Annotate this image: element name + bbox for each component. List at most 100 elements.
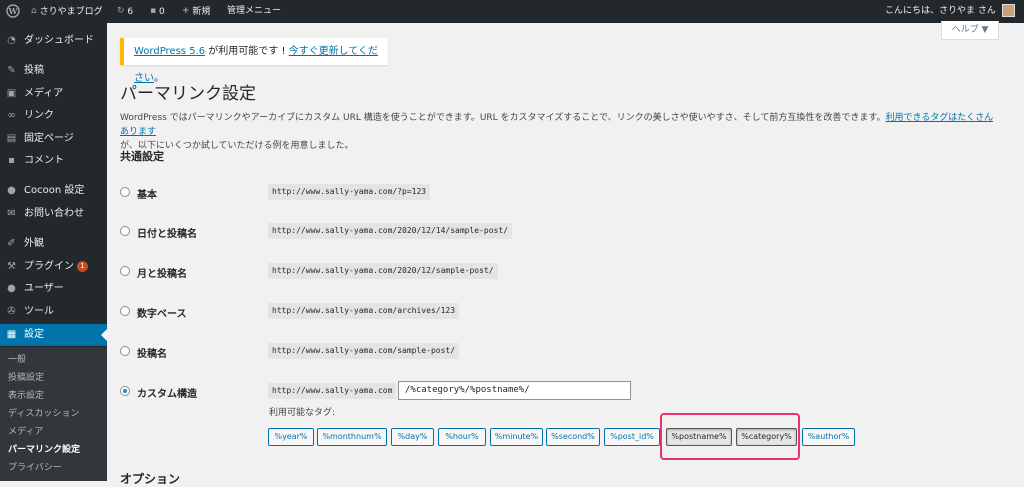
refresh-icon: ↻ [117, 6, 125, 16]
radio-plain[interactable] [120, 187, 130, 197]
home-icon: ⌂ [31, 6, 37, 16]
tag-button-day[interactable]: %day% [391, 428, 434, 446]
highlight-box [660, 413, 800, 460]
updates-count: 6 [127, 7, 134, 17]
settings-icon: ▦ [6, 329, 17, 340]
updates-link[interactable]: ↻ 6 [117, 0, 133, 23]
radio-month-name[interactable] [120, 266, 130, 276]
submenu-item-media[interactable]: メディア [8, 423, 43, 441]
sidebar-item-cocoon[interactable]: ● Cocoon 設定 [0, 180, 107, 202]
dashboard-icon: ◔ [7, 35, 16, 46]
page-icon: ▤ [6, 133, 17, 144]
sidebar-item-plugins[interactable]: ⚒ プラグイン 1 [0, 256, 107, 278]
sidebar-item-users[interactable]: ● ユーザー [0, 278, 107, 300]
intro-text-part1: WordPress ではパーマリンクやアーカイブにカスタム URL 構造を使うこ… [120, 113, 886, 123]
sidebar-item-comments[interactable]: ▪ コメント [0, 150, 107, 172]
sidebar-item-label: ダッシュボード [24, 35, 94, 46]
sidebar-item-pages[interactable]: ▤ 固定ページ [0, 128, 107, 150]
sidebar-item-links[interactable]: ∞ リンク [0, 105, 107, 127]
sidebar-item-media[interactable]: ▣ メディア [0, 83, 107, 105]
update-notice: WordPress 5.6 が利用可能です ! 今すぐ更新してください。 [120, 38, 388, 84]
link-icon: ∞ [7, 110, 16, 121]
page-title: パーマリンク設定 [120, 84, 256, 104]
sidebar-item-label: メディア [24, 88, 64, 99]
radio-custom[interactable] [120, 386, 130, 396]
custom-structure-input[interactable]: /%category%/%postname%/ [398, 381, 631, 400]
sidebar-item-label: プラグイン [24, 261, 74, 272]
sidebar-item-label: ユーザー [24, 283, 64, 294]
submenu-item-general[interactable]: 一般 [8, 351, 26, 369]
comments-link[interactable]: ▪ 0 [150, 0, 165, 23]
help-tab-button[interactable]: ヘルプ ▼ [941, 21, 999, 40]
admin-bar: W ⌂ さりやまブログ ↻ 6 ▪ 0 + 新規 管理メニュー こんにちは、さり… [0, 0, 1024, 23]
submenu-item-reading[interactable]: 表示設定 [8, 387, 44, 405]
comment-icon: ▪ [8, 155, 15, 166]
sidebar-item-label: コメント [24, 155, 64, 166]
option-label: 数字ベース [137, 309, 187, 320]
site-link[interactable]: ⌂ さりやまブログ [31, 0, 103, 23]
option-label: 日付と投稿名 [137, 229, 197, 240]
submenu-item-discussion[interactable]: ディスカッション [8, 405, 79, 423]
admin-sidebar: ◔ ダッシュボード ✎ 投稿 ▣ メディア ∞ リンク ▤ 固定ページ ▪ コメ… [0, 23, 107, 481]
wrench-icon: ✇ [7, 306, 16, 317]
plus-icon: + [182, 6, 190, 16]
sidebar-item-label: お問い合わせ [24, 208, 84, 219]
sidebar-item-label: 投稿 [24, 65, 44, 76]
option-label: 月と投稿名 [137, 269, 187, 280]
radio-post-name[interactable] [120, 346, 130, 356]
tag-button-monthnum[interactable]: %monthnum% [317, 428, 387, 446]
common-settings-heading: 共通設定 [120, 150, 164, 163]
example-url: http://www.sally-yama.com/archives/123 [268, 303, 460, 319]
options-heading: オプション [120, 472, 181, 486]
account-link[interactable]: こんにちは、さりやま さん [885, 0, 1015, 23]
pin-icon: ✎ [7, 65, 16, 76]
sidebar-item-label: リンク [24, 110, 54, 121]
greeting: こんにちは、さりやま さん [885, 6, 996, 16]
notice-text: が利用可能です ! [205, 46, 289, 57]
page-scrollbar[interactable] [1017, 23, 1024, 481]
sidebar-item-label: 外観 [24, 238, 44, 249]
tag-button-second[interactable]: %second% [546, 428, 600, 446]
sidebar-item-label: 設定 [24, 329, 44, 340]
cocoon-icon: ● [7, 185, 16, 196]
new-label: 新規 [192, 7, 211, 17]
available-tags-label: 利用可能なタグ: [269, 408, 336, 418]
wordpress-logo-icon[interactable]: W [6, 0, 20, 23]
submenu-item-privacy[interactable]: プライバシー [8, 459, 62, 477]
submenu-item-writing[interactable]: 投稿設定 [8, 369, 44, 387]
mail-icon: ✉ [7, 208, 16, 219]
avatar [1001, 4, 1015, 17]
tag-button-hour[interactable]: %hour% [438, 428, 486, 446]
comments-count: 0 [158, 7, 165, 17]
option-label: 投稿名 [137, 349, 167, 360]
tag-button-minute[interactable]: %minute% [490, 428, 543, 446]
wordpress-version-link[interactable]: WordPress 5.6 [134, 46, 205, 57]
sidebar-item-posts[interactable]: ✎ 投稿 [0, 60, 107, 82]
site-name: さりやまブログ [39, 7, 103, 17]
update-badge: 1 [77, 260, 88, 272]
comment-bubble-icon: ▪ [150, 6, 157, 16]
tag-button-post-id[interactable]: %post_id% [604, 428, 660, 446]
settings-submenu: 一般 投稿設定 表示設定 ディスカッション メディア パーマリンク設定 プライバ… [0, 347, 107, 481]
example-url: http://www.sally-yama.com/?p=123 [268, 184, 431, 200]
example-url: http://www.sally-yama.com/sample-post/ [268, 343, 460, 359]
admin-menu-link[interactable]: 管理メニュー [227, 0, 281, 23]
media-icon: ▣ [6, 88, 17, 99]
sidebar-item-appearance[interactable]: ✐ 外観 [0, 233, 107, 255]
sidebar-item-label: ツール [24, 306, 54, 317]
sidebar-item-settings[interactable]: ▦ 設定 [0, 324, 107, 346]
example-url: http://www.sally-yama.com/2020/12/14/sam… [268, 223, 513, 239]
submenu-item-permalinks[interactable]: パーマリンク設定 [8, 441, 80, 459]
example-url: http://www.sally-yama.com/2020/12/sample… [268, 263, 498, 279]
tag-button-author[interactable]: %author% [802, 428, 855, 446]
user-icon: ● [7, 283, 16, 294]
option-label: カスタム構造 [137, 389, 197, 400]
sidebar-item-dashboard[interactable]: ◔ ダッシュボード [0, 30, 107, 52]
new-content-link[interactable]: + 新規 [182, 0, 210, 23]
sidebar-item-tools[interactable]: ✇ ツール [0, 301, 107, 323]
tag-button-year[interactable]: %year% [268, 428, 314, 446]
radio-day-name[interactable] [120, 226, 130, 236]
radio-numeric[interactable] [120, 306, 130, 316]
sidebar-item-contact[interactable]: ✉ お問い合わせ [0, 203, 107, 225]
sidebar-item-label: 固定ページ [24, 133, 74, 144]
